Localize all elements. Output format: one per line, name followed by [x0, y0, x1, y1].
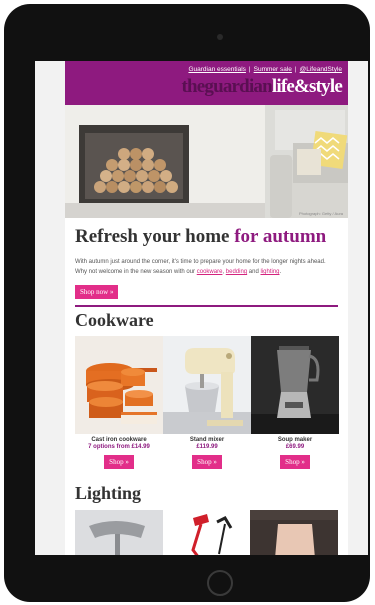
- lighting-products: [75, 510, 339, 555]
- header-separator: |: [248, 66, 251, 73]
- intro-and: and: [248, 269, 259, 275]
- screen: Guardian essentials | Summer sale | @Lifeand…: [35, 61, 368, 555]
- shade-lamp-image[interactable]: [250, 510, 339, 555]
- shop-button-soup-maker[interactable]: Shop »: [280, 455, 310, 469]
- intro-link-bedding[interactable]: bedding: [226, 269, 247, 275]
- product-card-stand-mixer: Stand mixer £119.99 Shop »: [163, 336, 251, 469]
- masthead-section: life&style: [271, 76, 343, 97]
- masthead-brand: theguardian: [181, 76, 272, 97]
- product-price: £119.99: [196, 444, 218, 450]
- lighting-title: Lighting: [75, 483, 142, 503]
- red-desk-lamp-image[interactable]: [162, 510, 251, 555]
- intro-end: .: [279, 269, 282, 275]
- product-name: Soup maker: [277, 437, 313, 443]
- headline-main: Refresh your home: [75, 226, 230, 247]
- chrome-lamp-image[interactable]: [75, 510, 163, 555]
- soup-maker-image[interactable]: [251, 336, 339, 434]
- header-link-essentials[interactable]: Guardian essentials: [188, 66, 245, 73]
- cookware-title: Cookware: [75, 310, 154, 330]
- intro-link-cookware[interactable]: cookware: [197, 269, 223, 275]
- header-separator: |: [294, 66, 297, 73]
- shop-button-stand-mixer[interactable]: Shop »: [192, 455, 222, 469]
- hero-image[interactable]: Photograph: Getty / Aura: [65, 105, 348, 218]
- stand-mixer-image[interactable]: [163, 336, 251, 434]
- headline: Refresh your home for autumn: [75, 226, 338, 248]
- product-card-soup-maker: Soup maker £69.99 Shop »: [251, 336, 339, 469]
- newsletter-header: Guardian essentials | Summer sale | @Lifeand…: [65, 61, 348, 105]
- camera-icon: [217, 34, 223, 40]
- shop-button-cast-iron[interactable]: Shop »: [104, 455, 134, 469]
- masthead-logo[interactable]: theguardianlife&style: [181, 76, 342, 98]
- product-name: Cast iron cookware: [91, 437, 147, 443]
- fireplace-living-room-illustration: [65, 105, 348, 218]
- intro-comma: ,: [222, 269, 225, 275]
- tablet-frame: Guardian essentials | Summer sale | @Lifeand…: [4, 4, 370, 602]
- cast-iron-cookware-image[interactable]: [75, 336, 163, 434]
- newsletter-email: Guardian essentials | Summer sale | @Lifeand…: [65, 61, 348, 555]
- intro-link-lighting[interactable]: lighting: [260, 269, 279, 275]
- home-button[interactable]: [207, 570, 233, 596]
- product-price: £69.99: [285, 444, 305, 450]
- section-divider: [75, 305, 338, 307]
- shop-now-button[interactable]: Shop now »: [75, 285, 119, 299]
- intro-paragraph: With autumn just around the corner, it's…: [75, 257, 338, 277]
- product-name: Stand mixer: [189, 437, 225, 443]
- header-link-twitter[interactable]: @LifeandStyle: [300, 66, 342, 73]
- product-price: 7 options from £14.99: [88, 444, 150, 450]
- cookware-products: Cast iron cookware 7 options from £14.99…: [75, 336, 339, 469]
- header-links: Guardian essentials | Summer sale | @Lifeand…: [188, 66, 342, 73]
- hero-photo-credit: Photograph: Getty / Aura: [298, 211, 343, 216]
- product-card-cast-iron: Cast iron cookware 7 options from £14.99…: [75, 336, 163, 469]
- header-link-summer-sale[interactable]: Summer sale: [254, 66, 292, 73]
- headline-accent: for autumn: [234, 226, 327, 247]
